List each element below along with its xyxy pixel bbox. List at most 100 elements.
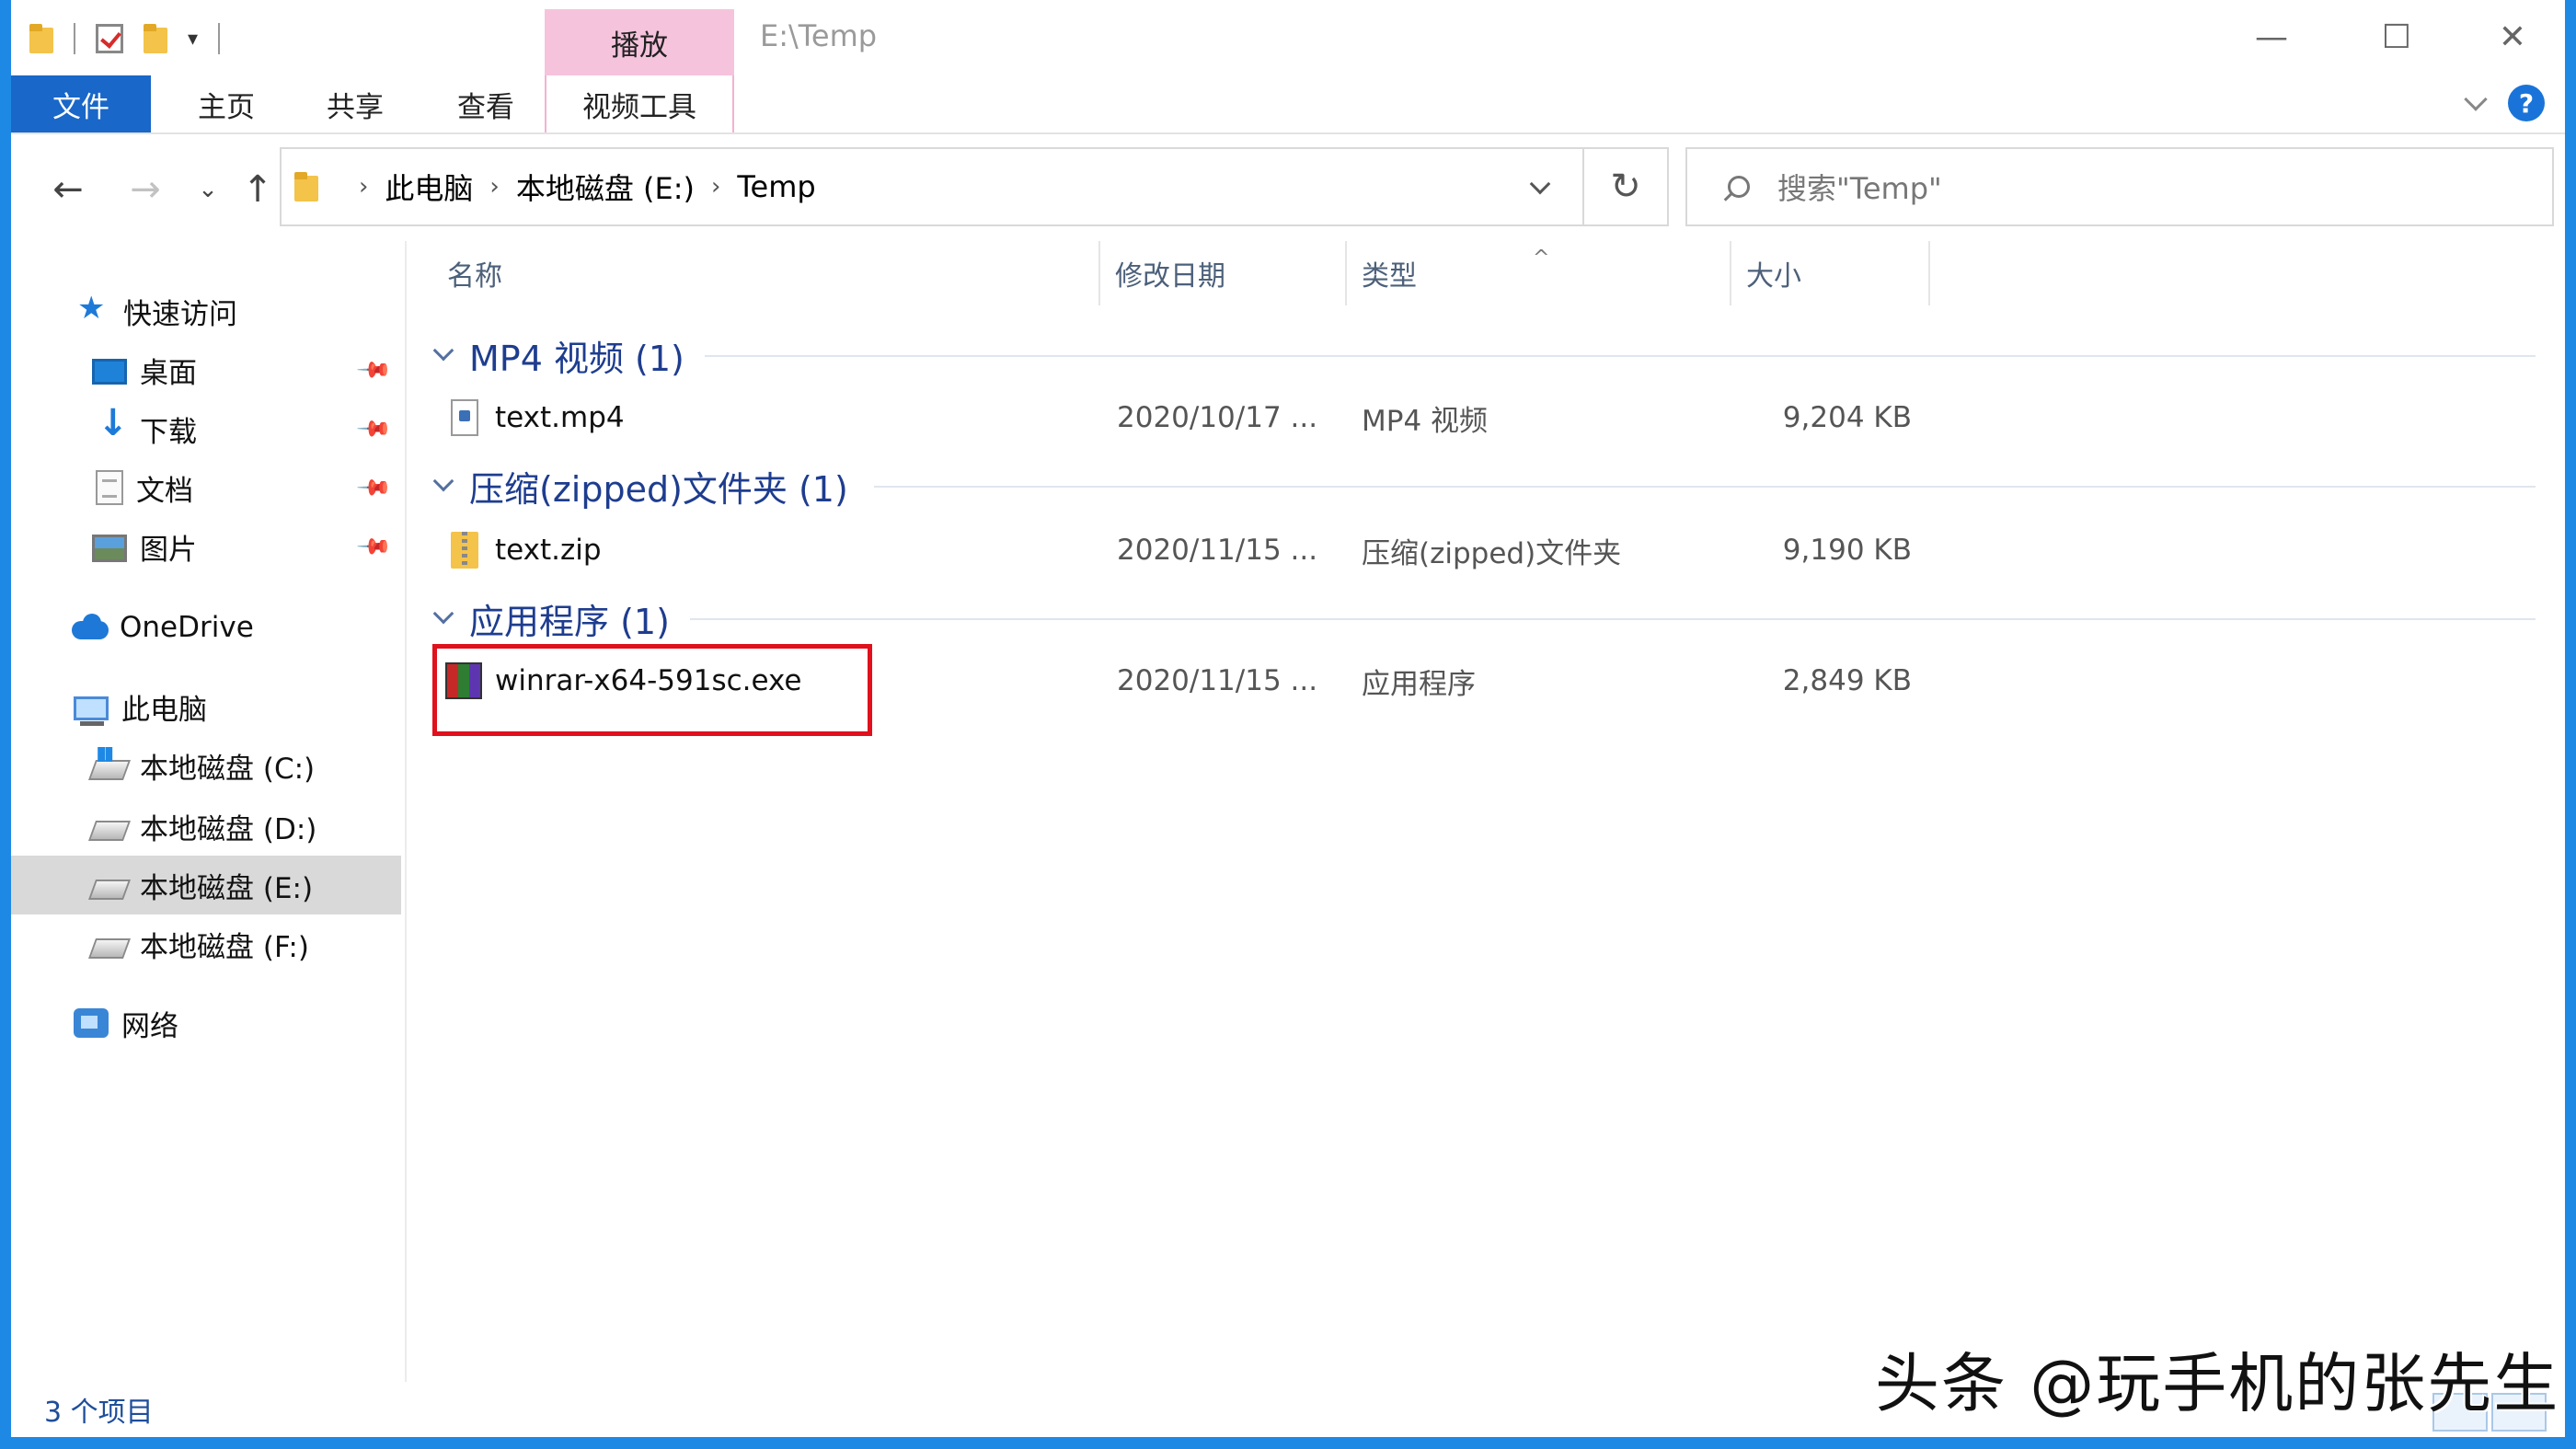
file-size: 9,204 KB: [1782, 401, 1912, 434]
nav-downloads[interactable]: 下载 📌: [11, 399, 401, 458]
search-input[interactable]: 搜索"Temp": [1685, 147, 2554, 226]
nav-label: 桌面: [140, 356, 197, 390]
file-name: text.mp4: [495, 401, 625, 434]
desktop-icon: [92, 359, 127, 385]
toolbar-separator: [218, 23, 221, 54]
nav-documents[interactable]: 文档 📌: [11, 458, 401, 517]
file-size: 2,849 KB: [1782, 664, 1912, 697]
list-item-file[interactable]: text.mp4 2020/10/17 ... MP4 视频 9,204 KB: [436, 388, 2092, 447]
up-button[interactable]: ↑: [230, 162, 285, 217]
nav-pictures[interactable]: 图片 📌: [11, 517, 401, 576]
computer-icon: [74, 696, 109, 726]
navigation-pane: 快速访问 桌面 📌 下载 📌 文档 📌 图片 📌 OneDrive: [11, 241, 407, 1382]
nav-label: 本地磁盘 (E:): [140, 871, 314, 905]
file-type: MP4 视频: [1362, 404, 1489, 438]
item-count: 3 个项目: [44, 1397, 154, 1429]
new-folder-icon[interactable]: [144, 24, 167, 53]
breadcrumb-chevron-icon[interactable]: ›: [359, 173, 368, 201]
tab-file[interactable]: 文件: [11, 75, 151, 132]
group-divider: [874, 486, 2536, 488]
nav-drive-d[interactable]: 本地磁盘 (D:): [11, 797, 401, 856]
nav-label: 文档: [136, 474, 193, 508]
nav-drive-f[interactable]: 本地磁盘 (F:): [11, 914, 401, 973]
column-header-date[interactable]: 修改日期: [1100, 241, 1347, 305]
window-title: E:\Temp: [760, 18, 878, 53]
group-header-mp4[interactable]: MP4 视频 (1): [432, 328, 684, 383]
nav-label: 网络: [121, 1009, 178, 1043]
breadcrumb-temp[interactable]: Temp: [737, 169, 815, 204]
document-icon: [96, 470, 123, 505]
drive-icon: [87, 880, 132, 900]
group-header-zip[interactable]: 压缩(zipped)文件夹 (1): [432, 458, 848, 513]
pin-icon[interactable]: 📌: [356, 469, 394, 507]
address-history-dropdown[interactable]: [1498, 149, 1582, 226]
customize-toolbar-chevron-icon[interactable]: ▾: [188, 28, 198, 51]
address-bar[interactable]: › 此电脑 › 本地磁盘 (E:) › Temp: [280, 147, 1584, 226]
back-button[interactable]: ←: [40, 162, 96, 217]
breadcrumb-drive-e[interactable]: 本地磁盘 (E:): [516, 166, 695, 208]
breadcrumb-chevron-icon[interactable]: ›: [711, 173, 720, 201]
nav-desktop[interactable]: 桌面 📌: [11, 340, 401, 399]
nav-drive-e[interactable]: 本地磁盘 (E:): [11, 856, 401, 914]
column-header-name[interactable]: 名称: [408, 241, 1100, 305]
winrar-exe-icon: [445, 662, 482, 699]
folder-icon: [294, 172, 318, 201]
list-item-file[interactable]: text.zip 2020/11/15 ... 压缩(zipped)文件夹 9,…: [436, 521, 2092, 580]
help-icon[interactable]: ?: [2508, 85, 2545, 121]
windows-drive-icon: [87, 760, 132, 780]
file-date: 2020/11/15 ...: [1117, 664, 1318, 697]
properties-icon[interactable]: [96, 24, 123, 53]
recent-locations-chevron-icon[interactable]: ⌄: [180, 162, 236, 217]
group-header-applications[interactable]: 应用程序 (1): [432, 591, 670, 646]
chevron-down-icon: [1529, 173, 1551, 195]
group-divider: [705, 355, 2536, 357]
tab-video-tools[interactable]: 视频工具: [545, 75, 734, 132]
ribbon-controls: ?: [2464, 85, 2545, 121]
collapse-chevron-icon: [432, 470, 454, 492]
minimize-button[interactable]: —: [2230, 11, 2313, 63]
search-icon: [1728, 176, 1750, 198]
column-header-size[interactable]: 大小: [1731, 241, 1930, 305]
file-name: winrar-x64-591sc.exe: [495, 664, 802, 697]
refresh-button[interactable]: ↻: [1584, 147, 1669, 226]
tab-share[interactable]: 共享: [291, 75, 420, 132]
collapse-chevron-icon: [432, 339, 454, 362]
breadcrumb-chevron-icon[interactable]: ›: [489, 173, 499, 201]
file-type: 应用程序: [1362, 667, 1476, 701]
nav-label: 快速访问: [123, 297, 237, 331]
nav-label: 下载: [140, 415, 197, 449]
pin-icon[interactable]: 📌: [356, 410, 394, 448]
file-date: 2020/10/17 ...: [1117, 401, 1318, 434]
nav-this-pc[interactable]: 此电脑: [11, 677, 401, 736]
ribbon-tabs: 文件 主页 共享 查看 视频工具 ?: [11, 75, 2565, 134]
maximize-button[interactable]: ☐: [2355, 11, 2438, 63]
nav-network[interactable]: 网络: [11, 994, 401, 1052]
group-title: 应用程序 (1): [469, 601, 670, 642]
toolbar-separator: [74, 23, 75, 54]
file-list: 名称 修改日期 类型 大小 ^ MP4 视频 (1) text.mp4 2020…: [408, 241, 2565, 1382]
tab-home[interactable]: 主页: [162, 75, 291, 132]
file-name: text.zip: [495, 534, 602, 567]
mp4-file-icon: [451, 399, 478, 436]
sort-ascending-icon: ^: [1533, 247, 1550, 270]
forward-button[interactable]: →: [118, 162, 173, 217]
nav-label: OneDrive: [120, 611, 254, 644]
drive-icon: [87, 821, 132, 841]
nav-drive-c[interactable]: 本地磁盘 (C:): [11, 736, 401, 795]
list-item-file[interactable]: winrar-x64-591sc.exe 2020/11/15 ... 应用程序…: [436, 651, 2092, 710]
nav-onedrive[interactable]: OneDrive: [11, 598, 401, 657]
tab-view[interactable]: 查看: [421, 75, 550, 132]
file-size: 9,190 KB: [1782, 534, 1912, 567]
cloud-icon: [72, 610, 109, 645]
pin-icon[interactable]: 📌: [356, 528, 394, 566]
close-button[interactable]: ✕: [2471, 11, 2554, 63]
breadcrumb-this-pc[interactable]: 此电脑: [385, 166, 473, 208]
expand-ribbon-chevron-icon[interactable]: [2464, 87, 2488, 111]
file-explorer-window: ▾ 播放 E:\Temp — ☐ ✕ 文件 主页 共享 查看 视频工具 ? ← …: [11, 0, 2565, 1437]
nav-quick-access[interactable]: 快速访问: [11, 282, 401, 340]
group-title: MP4 视频 (1): [469, 338, 684, 379]
pin-icon[interactable]: 📌: [356, 351, 394, 389]
search-placeholder: 搜索"Temp": [1777, 171, 1942, 206]
title-bar: ▾ 播放 E:\Temp — ☐ ✕: [11, 0, 2565, 75]
nav-label: 本地磁盘 (C:): [140, 752, 316, 786]
